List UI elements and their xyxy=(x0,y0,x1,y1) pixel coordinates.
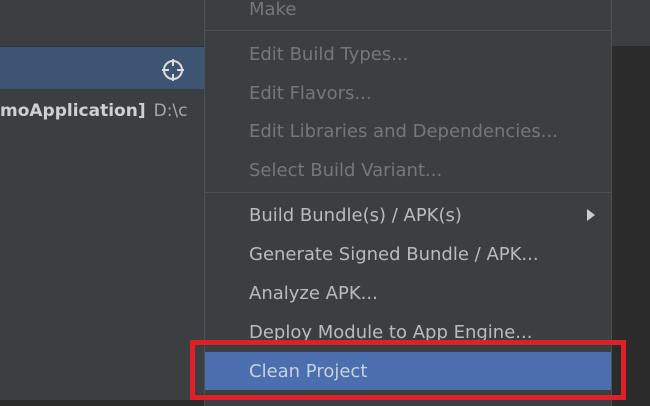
module-name: moApplication] xyxy=(0,101,146,121)
menu-item-edit-flavors[interactable]: Edit Flavors... xyxy=(205,74,611,112)
menu-item-label: Edit Flavors... xyxy=(249,82,372,104)
menu-item-select-build-variant[interactable]: Select Build Variant... xyxy=(205,151,611,189)
menu-item-clean-project[interactable]: Clean Project xyxy=(205,352,611,390)
menu-item-label: Analyze APK... xyxy=(249,282,378,304)
menu-item-label: Build Bundle(s) / APK(s) xyxy=(249,204,462,226)
menu-separator xyxy=(205,30,611,31)
toolbar-area xyxy=(0,0,210,46)
build-menu: Make Edit Build Types... Edit Flavors...… xyxy=(204,0,612,406)
menu-item-deploy-module[interactable]: Deploy Module to App Engine... xyxy=(205,313,611,351)
project-tree-row[interactable]: moApplication] D:\c xyxy=(0,101,188,121)
menu-item-label: Clean Project xyxy=(249,360,368,382)
editor-tabs-area xyxy=(612,0,650,46)
menu-item-label: Edit Libraries and Dependencies... xyxy=(249,120,558,142)
chevron-right-icon xyxy=(587,209,595,221)
menu-item-label: Generate Signed Bundle / APK... xyxy=(249,243,539,265)
menu-item-label: Make xyxy=(249,0,297,20)
menu-item-build-bundle-apk[interactable]: Build Bundle(s) / APK(s) xyxy=(205,196,611,234)
project-tree-panel xyxy=(0,89,210,400)
menu-item-analyze-apk[interactable]: Analyze APK... xyxy=(205,274,611,312)
menu-item-edit-libraries[interactable]: Edit Libraries and Dependencies... xyxy=(205,112,611,150)
menu-item-generate-signed[interactable]: Generate Signed Bundle / APK... xyxy=(205,235,611,273)
menu-item-edit-build-types[interactable]: Edit Build Types... xyxy=(205,35,611,73)
menu-item-make[interactable]: Make xyxy=(205,0,611,28)
menu-item-label: Edit Build Types... xyxy=(249,43,409,65)
menu-separator xyxy=(205,192,611,193)
menu-item-label: Select Build Variant... xyxy=(249,159,443,181)
crosshair-target-icon[interactable] xyxy=(160,57,186,83)
module-path: D:\c xyxy=(153,101,188,121)
menu-item-label: Deploy Module to App Engine... xyxy=(249,321,533,343)
editor-area xyxy=(612,46,650,400)
